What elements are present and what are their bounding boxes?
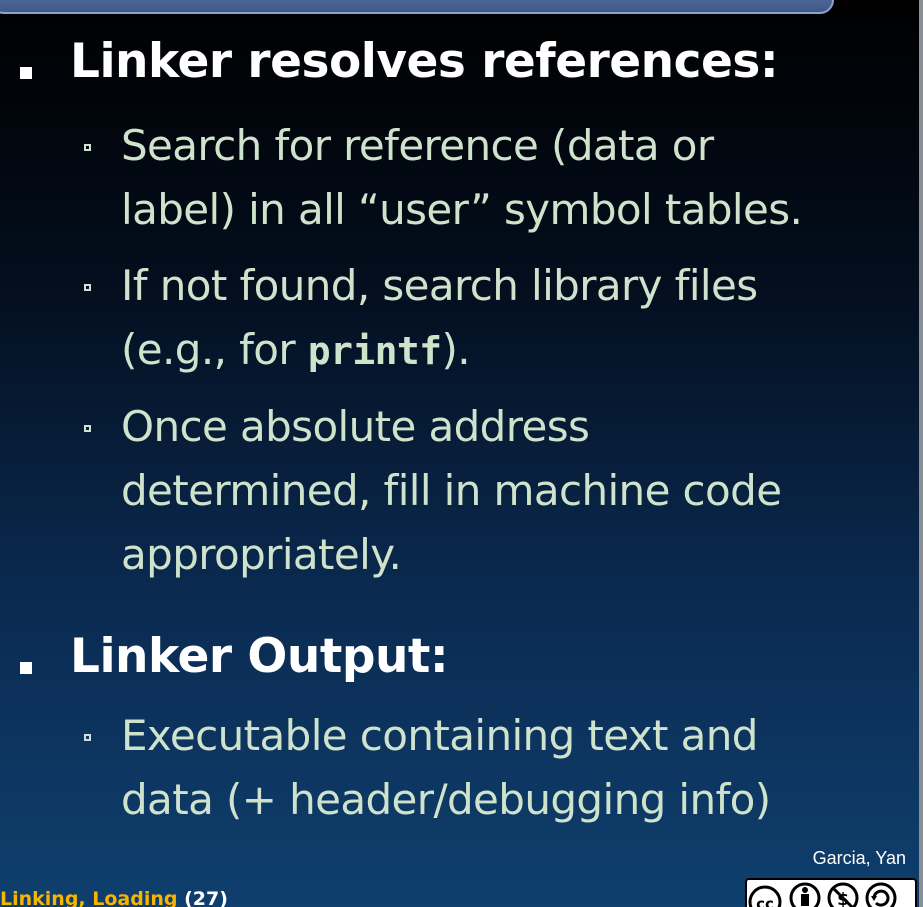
- code-printf: printf: [307, 329, 442, 373]
- svg-text:cc: cc: [756, 895, 774, 907]
- text-fragment: ).: [441, 325, 471, 374]
- slide-content: Linker resolves references: Search for r…: [0, 0, 923, 907]
- bullet-square-icon: [20, 662, 32, 674]
- author-credit: Garcia, Yan: [812, 848, 906, 868]
- sub-bullet-line: Executable containing text and: [121, 711, 758, 760]
- footer-title: Linking, Loading (27): [0, 888, 228, 907]
- page-number: (27): [184, 888, 228, 907]
- bullet-square-icon: [20, 67, 32, 79]
- text-fragment: (e.g., for: [121, 325, 308, 374]
- sub-bullet-line: data (+ header/debugging info): [121, 775, 771, 824]
- sub-bullet-line: appropriately.: [121, 530, 402, 579]
- sub-bullet-line: label) in all “user” symbol tables.: [121, 185, 803, 234]
- bullet-title: Linker Output:: [70, 629, 449, 684]
- sub-bullet-square-icon: [84, 144, 91, 151]
- bullet-title: Linker resolves references:: [70, 34, 779, 89]
- sub-bullet-line: determined, fill in machine code: [121, 466, 782, 515]
- sub-bullet-line: Search for reference (data or: [121, 121, 714, 170]
- sub-bullet-square-icon: [84, 425, 91, 432]
- sub-bullet-line: If not found, search library files: [121, 261, 758, 310]
- sub-bullet-square-icon: [84, 734, 91, 741]
- footer-topic: Linking, Loading: [0, 888, 178, 907]
- cc-by-nc-sa-icon: cc $: [745, 878, 917, 907]
- sub-bullet-line: (e.g., for printf).: [121, 321, 471, 380]
- sub-bullet-square-icon: [84, 284, 91, 291]
- sub-bullet-line: Once absolute address: [121, 402, 590, 451]
